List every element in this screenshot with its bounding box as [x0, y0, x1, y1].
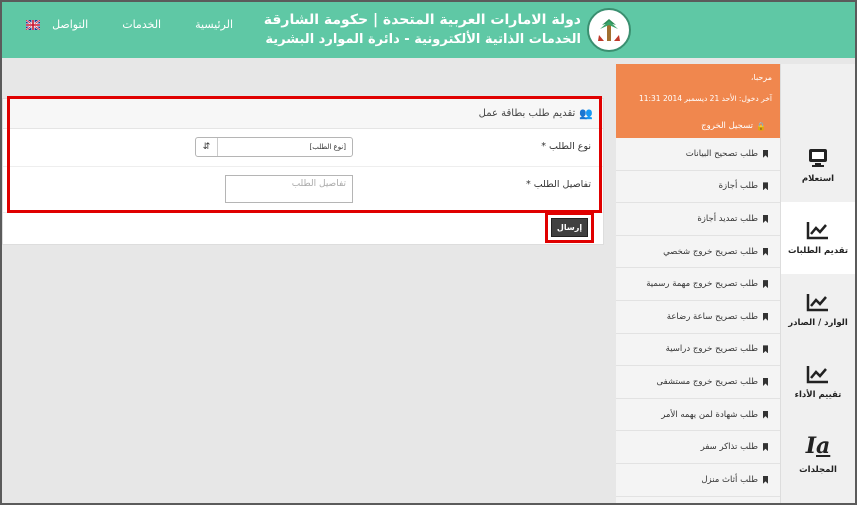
request-type-value: [نوع الطلب] [309, 143, 346, 151]
greeting: مرحبا، [750, 73, 772, 82]
logout-link[interactable]: 🔒 تسجيل الخروج [701, 121, 766, 131]
monitor-icon [809, 149, 827, 167]
sidenav-submit-requests[interactable]: تقديم الطلبات [781, 202, 855, 274]
sidenav-performance[interactable]: تقييم الأداء [781, 346, 855, 418]
header-title: دولة الامارات العربية المتحدة | حكومة ال… [264, 10, 581, 50]
submenu-item-label: طلب تصحيح البيانات [685, 148, 758, 159]
request-type-select[interactable]: ⇵ [نوع الطلب] [195, 137, 353, 157]
sidenav-incoming-outgoing-label: الوارد / الصادر [788, 318, 848, 328]
header-title-line1: دولة الامارات العربية المتحدة | حكومة ال… [263, 12, 581, 28]
bookmark-icon [763, 214, 768, 223]
uk-flag-icon[interactable] [26, 20, 40, 30]
submenu-item[interactable]: طلب شهادة لمن يهمه الأمر [616, 399, 780, 432]
submenu-item[interactable]: طلب تصريح ساعة رضاعة [616, 301, 780, 334]
submenu-item[interactable]: طلب تصريح خروج شخصي [616, 236, 780, 269]
bookmark-icon [763, 280, 768, 289]
submenu-item[interactable]: طلب تصريح خروج دراسية [616, 334, 780, 367]
submenu-item-label: طلب تصريح خروج شخصي [663, 246, 758, 257]
submenu-item-label: طلب شهادة لمن يهمه الأمر [661, 409, 758, 420]
sidenav-incoming-outgoing[interactable]: الوارد / الصادر [781, 274, 855, 346]
submenu-item-label: طلب تصريح ساعة رضاعة [666, 311, 758, 322]
submenu-item-label: طلب أجازة [718, 181, 758, 192]
bookmark-icon [763, 475, 768, 484]
select-arrows-icon: ⇵ [196, 138, 218, 156]
chart-icon [806, 294, 828, 312]
bookmark-icon [763, 247, 768, 256]
submenu-item-label: طلب تصريح خروج مستشفى [656, 376, 758, 387]
details-label: تفاصيل الطلب * [525, 179, 591, 190]
submenu-item[interactable]: طلب تصريح خروج مهمة رسمية [616, 268, 780, 301]
sidenav-performance-label: تقييم الأداء [794, 390, 842, 400]
submenu-item[interactable]: طلب تمديد أجازة [616, 203, 780, 236]
submenu-item[interactable]: طلب تصحيح البيانات [616, 138, 780, 171]
government-emblem-icon [587, 8, 631, 52]
bookmark-icon [763, 149, 768, 158]
user-info-box: مرحبا، آخر دخول: الأحد 21 ديسمبر 2014 11… [616, 64, 780, 138]
submenu-item[interactable]: طلب أجازة [616, 171, 780, 204]
submenu-item-label: طلب أثاث منزل [701, 474, 758, 485]
sidenav-inquiry-label: استعلام [801, 174, 835, 184]
submenu-item[interactable]: طلب أثاث منزل [616, 464, 780, 497]
sidenav-submit-requests-label: تقديم الطلبات [787, 246, 849, 256]
header-title-line2: الخدمات الذاتية الألكترونية - دائرة المو… [265, 32, 581, 47]
nav-home[interactable]: الرئيسية [195, 18, 233, 31]
details-row: تفاصيل الطلب * تفاصيل الطلب [3, 167, 603, 213]
submit-button[interactable]: إرسال [551, 218, 588, 237]
chart-icon [806, 366, 828, 384]
submenu-item[interactable]: طلب تصريح خروج مستشفى [616, 366, 780, 399]
nav-services[interactable]: الخدمات [122, 18, 161, 31]
request-submenu: طلب تصحيح البيانات طلب أجازة طلب تمديد أ… [616, 138, 780, 503]
top-nav: الرئيسية الخدمات التواصل [52, 18, 233, 31]
submenu-item[interactable]: طلب تذاكر سفر [616, 431, 780, 464]
last-login: آخر دخول: الأحد 21 ديسمبر 2014 11:31 [638, 94, 772, 103]
window: دولة الامارات العربية المتحدة | حكومة ال… [2, 2, 855, 503]
logout-label: تسجيل الخروج [701, 121, 754, 131]
lock-icon: 🔒 [756, 121, 766, 131]
details-textarea[interactable]: تفاصيل الطلب [225, 175, 353, 203]
chart-icon [806, 222, 828, 240]
bookmark-icon [763, 410, 768, 419]
form-header: 👥 تقديم طلب بطاقة عمل [3, 99, 603, 129]
users-icon: 👥 [579, 107, 593, 120]
request-type-row: نوع الطلب * ⇵ [نوع الطلب] [3, 129, 603, 167]
bookmark-icon [763, 443, 768, 452]
font-icon: Ia [805, 433, 831, 459]
submenu-item-label: طلب تصريح خروج مهمة رسمية [646, 279, 758, 290]
bookmark-icon [763, 377, 768, 386]
form-title: تقديم طلب بطاقة عمل [478, 108, 576, 119]
request-type-label: نوع الطلب * [541, 141, 591, 152]
submenu-item-label: طلب تمديد أجازة [697, 213, 758, 224]
work-card-form: 👥 تقديم طلب بطاقة عمل نوع الطلب * ⇵ [نوع… [2, 98, 604, 245]
sidenav-inquiry[interactable]: استعلام [781, 130, 855, 202]
submit-highlight-box: إرسال [545, 212, 594, 243]
side-nav: استعلام تقديم الطلبات الوارد / الصادر تق… [780, 64, 855, 503]
sidenav-folders[interactable]: Ia المجلدات [781, 418, 855, 490]
submenu-item-label: طلب تذاكر سفر [700, 442, 758, 453]
sidenav-folders-label: المجلدات [799, 465, 837, 475]
bookmark-icon [763, 345, 768, 354]
nav-contact[interactable]: التواصل [52, 18, 88, 31]
submenu-item-label: طلب تصريح خروج دراسية [665, 344, 758, 355]
bookmark-icon [763, 312, 768, 321]
header: دولة الامارات العربية المتحدة | حكومة ال… [2, 2, 855, 58]
bookmark-icon [763, 182, 768, 191]
